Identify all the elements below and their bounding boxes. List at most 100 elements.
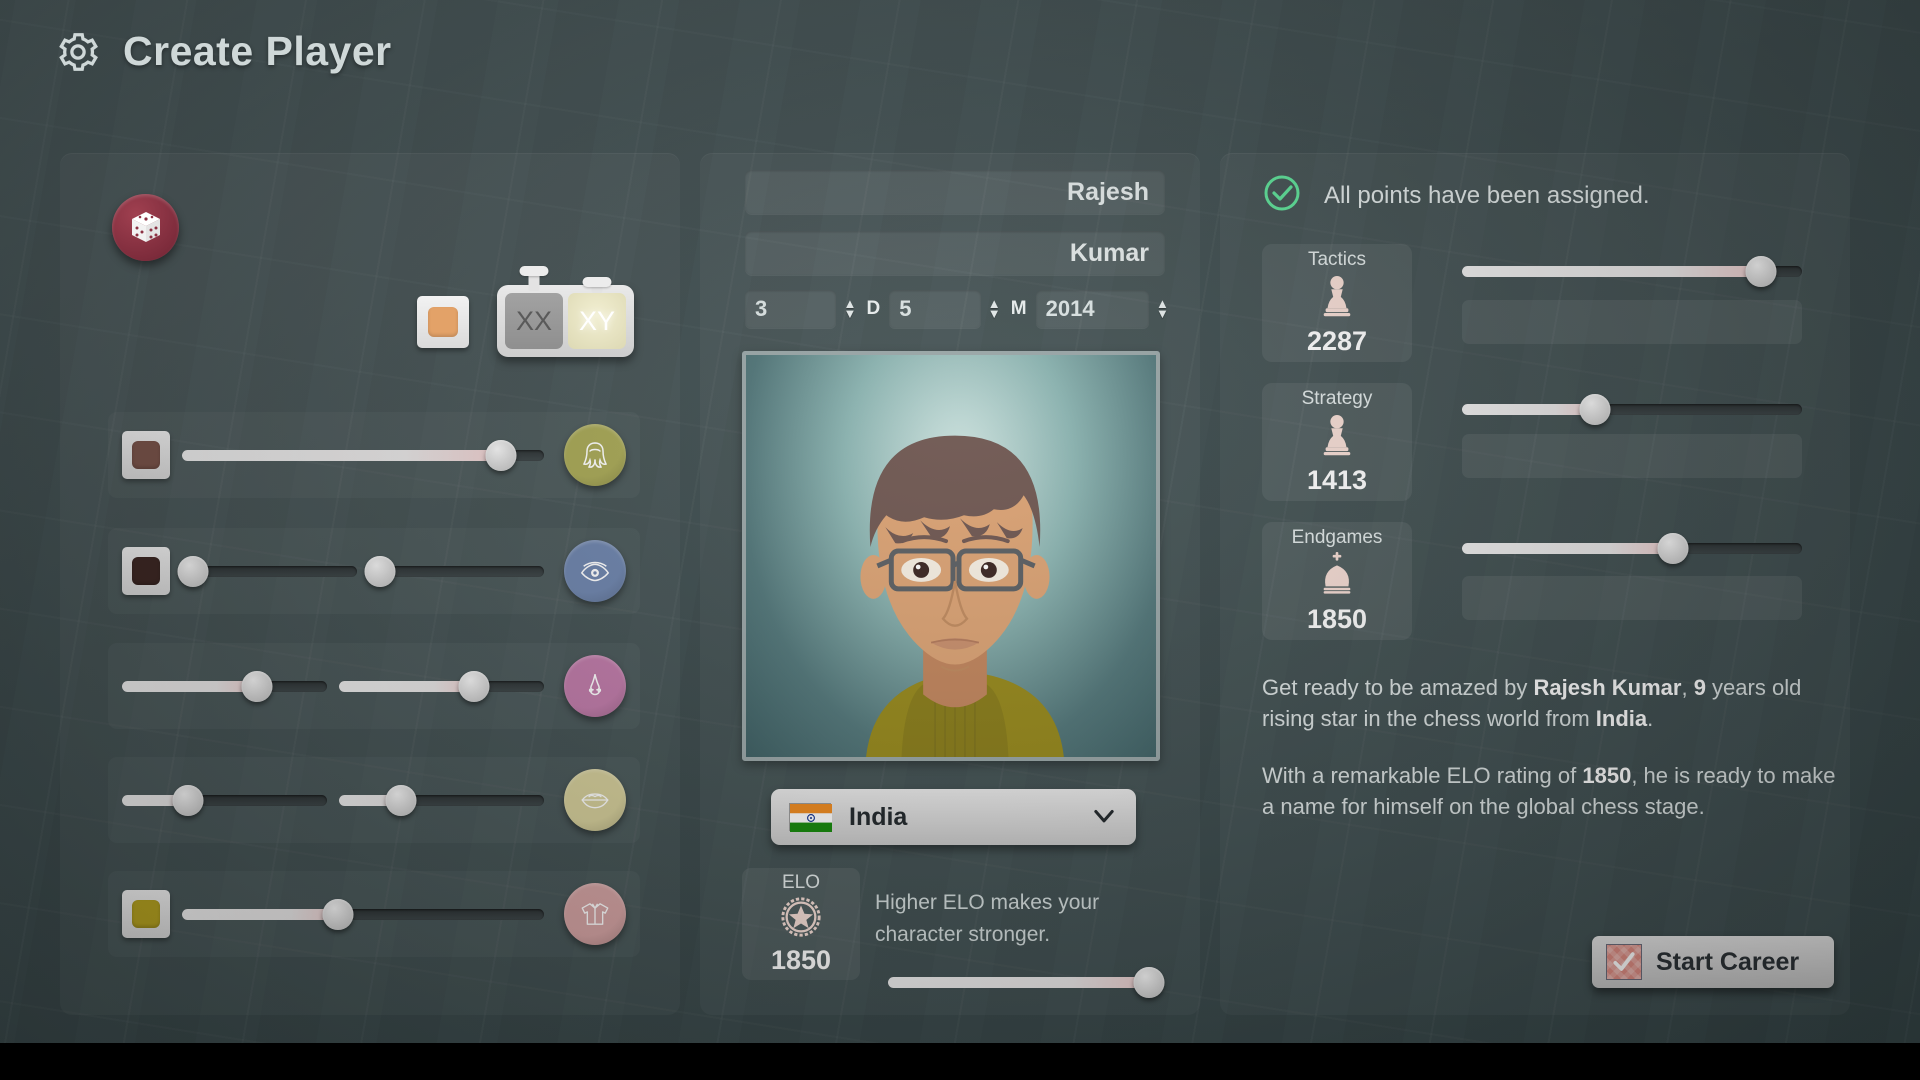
slider-knob[interactable] <box>241 670 273 702</box>
slider-track <box>182 565 357 577</box>
birth-day-stepper[interactable]: ▲ ▼ <box>842 297 857 320</box>
bio-age: 9 <box>1693 675 1706 700</box>
shirt-icon[interactable] <box>564 883 626 945</box>
first-name-input[interactable]: Rajesh <box>745 170 1165 214</box>
slider-track <box>369 565 544 577</box>
flag-india-icon <box>789 803 832 832</box>
nose-length-slider[interactable] <box>339 669 544 703</box>
birth-day-label: D <box>866 298 881 319</box>
slider-knob[interactable] <box>172 784 204 816</box>
eye-icon[interactable] <box>564 540 626 602</box>
stat-card-strategy: Strategy 1413 <box>1262 383 1412 501</box>
gender-option-xx[interactable]: XX <box>505 266 563 349</box>
hair-length-slider[interactable] <box>182 438 544 472</box>
slider-knob[interactable] <box>1745 255 1777 287</box>
page-title: Create Player <box>123 28 392 74</box>
start-career-button[interactable]: Start Career <box>1592 936 1834 988</box>
slider-knob[interactable] <box>485 439 517 471</box>
stat-label: Tactics <box>1307 249 1367 270</box>
slider-knob[interactable] <box>322 898 354 930</box>
bio-country: India <box>1595 706 1648 731</box>
stat-slider-strategy[interactable] <box>1462 392 1802 426</box>
chevron-down-icon <box>1090 801 1118 834</box>
feature-row-eyes <box>108 528 640 614</box>
last-name-input[interactable]: Kumar <box>745 231 1165 275</box>
points-status-text: All points have been assigned. <box>1324 181 1650 209</box>
slider-knob[interactable] <box>177 555 208 587</box>
mouth-fullness-slider[interactable] <box>339 783 544 817</box>
slider-knob[interactable] <box>1657 532 1689 564</box>
slider-knob[interactable] <box>1133 966 1165 998</box>
birth-month-input[interactable]: 5 <box>889 290 981 328</box>
slider-knob[interactable] <box>364 555 395 587</box>
slider-fill <box>182 908 338 920</box>
points-status: All points have been assigned. <box>1262 173 1650 218</box>
stat-slider-tactics[interactable] <box>1462 254 1802 288</box>
gear-icon <box>55 29 101 75</box>
start-career-label: Start Career <box>1656 947 1800 976</box>
hair-color-swatch[interactable] <box>122 431 170 479</box>
elo-hint-text: Higher ELO makes your character stronger… <box>875 891 1100 946</box>
stat-card-endgames: Endgames 1850 <box>1262 522 1412 640</box>
hair-icon[interactable] <box>564 424 626 486</box>
bio-player-name: Rajesh Kumar <box>1533 675 1682 700</box>
country-dropdown[interactable]: India <box>771 789 1136 845</box>
dice-icon[interactable] <box>112 194 179 261</box>
eye-spacing-slider[interactable] <box>364 554 544 588</box>
mouth-icon[interactable] <box>564 769 626 831</box>
chess-pawn-icon <box>1318 272 1356 323</box>
elo-slider[interactable] <box>888 965 1165 999</box>
slider-knob[interactable] <box>458 670 490 702</box>
avatar-portrait <box>742 351 1160 761</box>
game-screen: Create Player XX XY Rajesh Kumar 3 ▲ ▼ D… <box>0 0 1920 1043</box>
stat-value: 2287 <box>1306 326 1368 356</box>
slider-fill <box>339 680 475 692</box>
feature-row-mouth <box>108 757 640 843</box>
gender-option-xy[interactable]: XY <box>568 277 626 349</box>
eye-size-slider[interactable] <box>177 554 357 588</box>
eye-color-chip <box>132 557 160 585</box>
elo-label: ELO <box>781 872 821 893</box>
birth-month-label: M <box>1010 298 1027 319</box>
check-pattern-icon <box>1606 944 1642 980</box>
bio-elo: 1850 <box>1582 763 1632 788</box>
clock-plunger-icon <box>519 266 549 291</box>
stat-value: 1413 <box>1306 465 1368 495</box>
stat-value: 1850 <box>1306 604 1368 634</box>
stat-card-tactics: Tactics 2287 <box>1262 244 1412 362</box>
birthdate-row: 3 ▲ ▼ D 5 ▲ ▼ M 2014 ▲ ▼ <box>745 288 1170 330</box>
nose-icon[interactable] <box>564 655 626 717</box>
slider-fill <box>1462 403 1595 415</box>
feature-row-hair <box>108 412 640 498</box>
page-header: Create Player <box>55 28 392 75</box>
birth-year-stepper[interactable]: ▲ ▼ <box>1155 297 1170 320</box>
gender-option-xx-label: XX <box>515 305 553 336</box>
letterbox-bar <box>0 1043 1920 1080</box>
shirt-style-slider[interactable] <box>182 897 544 931</box>
check-circle-icon <box>1262 173 1302 218</box>
slider-knob[interactable] <box>385 784 416 816</box>
mouth-width-slider[interactable] <box>122 783 327 817</box>
birth-day-input[interactable]: 3 <box>745 290 837 328</box>
eye-color-swatch[interactable] <box>122 547 170 595</box>
gender-option-xy-label: XY <box>578 305 616 336</box>
clock-plunger-icon <box>582 277 612 293</box>
nose-width-slider[interactable] <box>122 669 327 703</box>
hair-color-chip <box>132 441 160 469</box>
skin-color-swatch[interactable] <box>417 296 469 348</box>
bio-text: Get ready to be amazed by <box>1262 675 1534 700</box>
stat-slider-endgames[interactable] <box>1462 531 1802 565</box>
elo-value: 1850 <box>770 945 832 975</box>
birth-year-input[interactable]: 2014 <box>1035 290 1149 328</box>
slider-fill <box>1462 542 1673 554</box>
bio-text: . <box>1647 706 1654 731</box>
elo-card: ELO 1850 <box>742 868 860 980</box>
stat-bar-tactics <box>1462 300 1802 344</box>
slider-knob[interactable] <box>1579 393 1611 425</box>
chess-pawn-icon <box>1318 411 1356 462</box>
birth-month-stepper[interactable]: ▲ ▼ <box>987 297 1002 320</box>
bio-text: , <box>1681 675 1694 700</box>
chess-king-icon <box>1316 550 1358 601</box>
shirt-color-swatch[interactable] <box>122 890 170 938</box>
stat-label: Endgames <box>1291 527 1383 548</box>
